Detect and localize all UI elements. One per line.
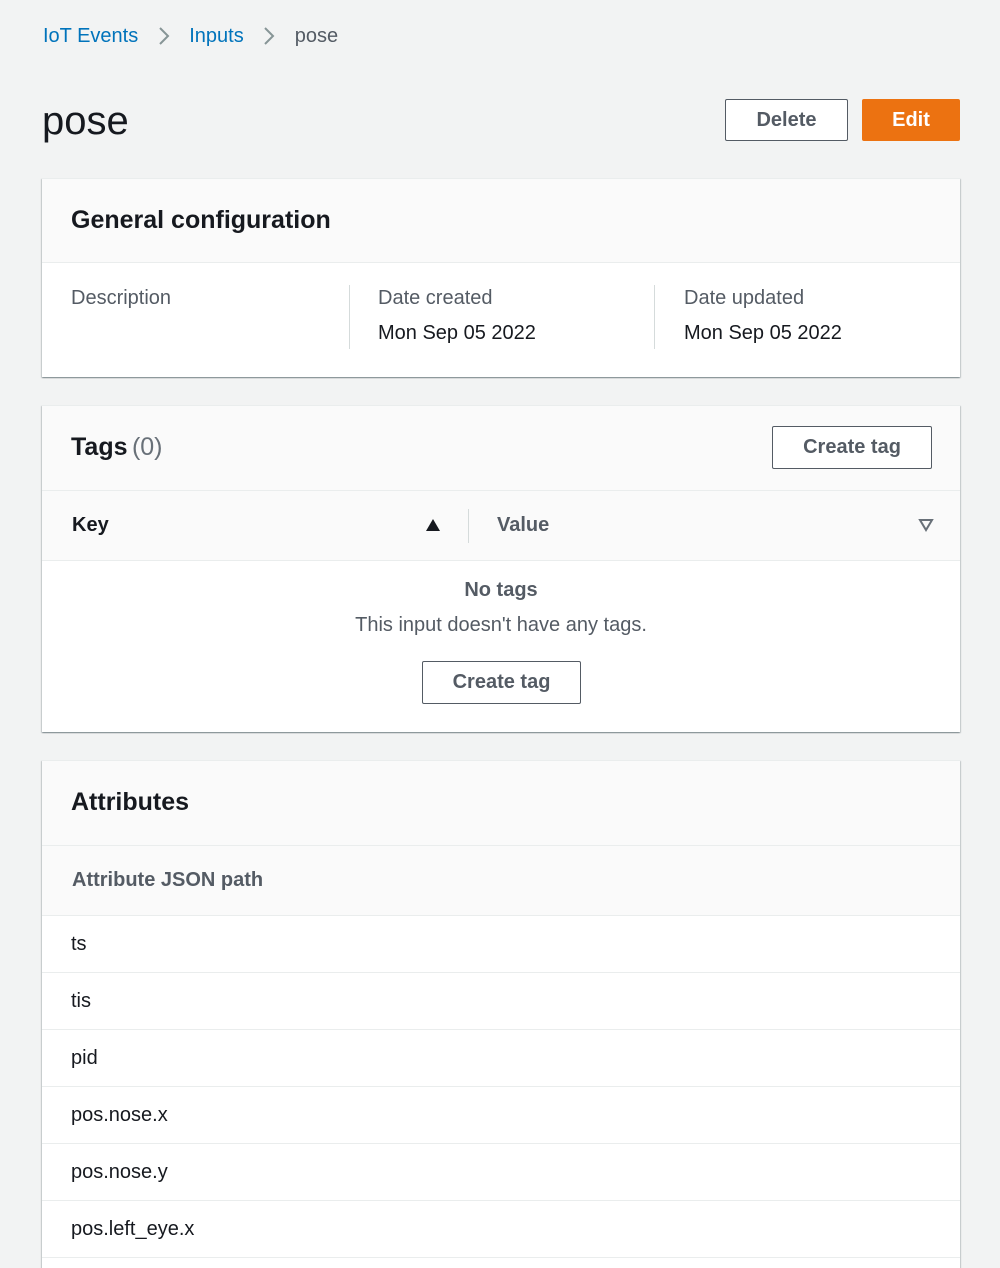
page-title: pose [42, 99, 129, 143]
page: IoT Events Inputs pose pose Delete Edit … [0, 0, 1000, 1268]
general-configuration-header: General configuration [42, 179, 960, 263]
breadcrumb-current: pose [294, 24, 339, 47]
empty-state-description: This input doesn't have any tags. [355, 614, 647, 636]
column-header-value[interactable]: Value [497, 491, 549, 560]
date-updated-value: Mon Sep 05 2022 [684, 322, 842, 344]
empty-state-title: No tags [464, 579, 538, 601]
empty-create-tag-button[interactable]: Create tag [422, 661, 581, 704]
create-tag-button[interactable]: Create tag [772, 426, 932, 469]
column-header-key[interactable]: Key [72, 491, 109, 560]
general-configuration-title: General configuration [71, 206, 331, 234]
attributes-header: Attributes [42, 761, 960, 846]
table-row: ts [42, 916, 960, 973]
general-configuration-card: General configuration Description Date c… [42, 178, 960, 377]
description-label: Description [71, 287, 172, 309]
delete-button[interactable]: Delete [725, 99, 848, 141]
sort-descending-icon[interactable] [918, 518, 934, 532]
tags-count: (0) [131, 433, 163, 461]
tags-title: Tags [71, 433, 128, 461]
breadcrumb-iot-events[interactable]: IoT Events [43, 25, 138, 48]
tags-table-header: Key Value [42, 491, 960, 561]
general-configuration-body: Description Date created Mon Sep 05 2022… [42, 263, 960, 377]
tags-card: Tags (0) Create tag Key Value No tags Th… [42, 405, 960, 732]
attributes-title: Attributes [71, 788, 190, 816]
tags-empty-state: No tags This input doesn't have any tags… [42, 561, 960, 732]
tags-title-wrap: Tags (0) [71, 433, 163, 462]
table-row: pid [42, 1030, 960, 1087]
chevron-right-icon [244, 22, 295, 50]
date-updated-label: Date updated [684, 287, 805, 309]
attribute-json-path-column-header: Attribute JSON path [42, 846, 960, 916]
table-row: tis [42, 973, 960, 1030]
table-row: pos.left_eye.x [42, 1201, 960, 1258]
column-divider [468, 509, 469, 543]
tags-header: Tags (0) Create tag [42, 406, 960, 491]
breadcrumb-inputs[interactable]: Inputs [189, 25, 243, 48]
edit-button[interactable]: Edit [862, 99, 960, 141]
table-row: pos.nose.y [42, 1144, 960, 1201]
date-created-field: Date created Mon Sep 05 2022 [349, 285, 655, 349]
sort-ascending-icon[interactable] [425, 518, 441, 532]
table-row: pos.nose.x [42, 1087, 960, 1144]
attributes-card: Attributes Attribute JSON path ts tis pi… [42, 760, 960, 1268]
chevron-right-icon [138, 22, 189, 50]
date-created-value: Mon Sep 05 2022 [378, 322, 536, 344]
date-created-label: Date created [378, 287, 493, 309]
date-updated-field: Date updated Mon Sep 05 2022 [654, 285, 954, 349]
breadcrumb: IoT Events Inputs pose [43, 22, 338, 50]
description-field: Description [71, 285, 349, 349]
